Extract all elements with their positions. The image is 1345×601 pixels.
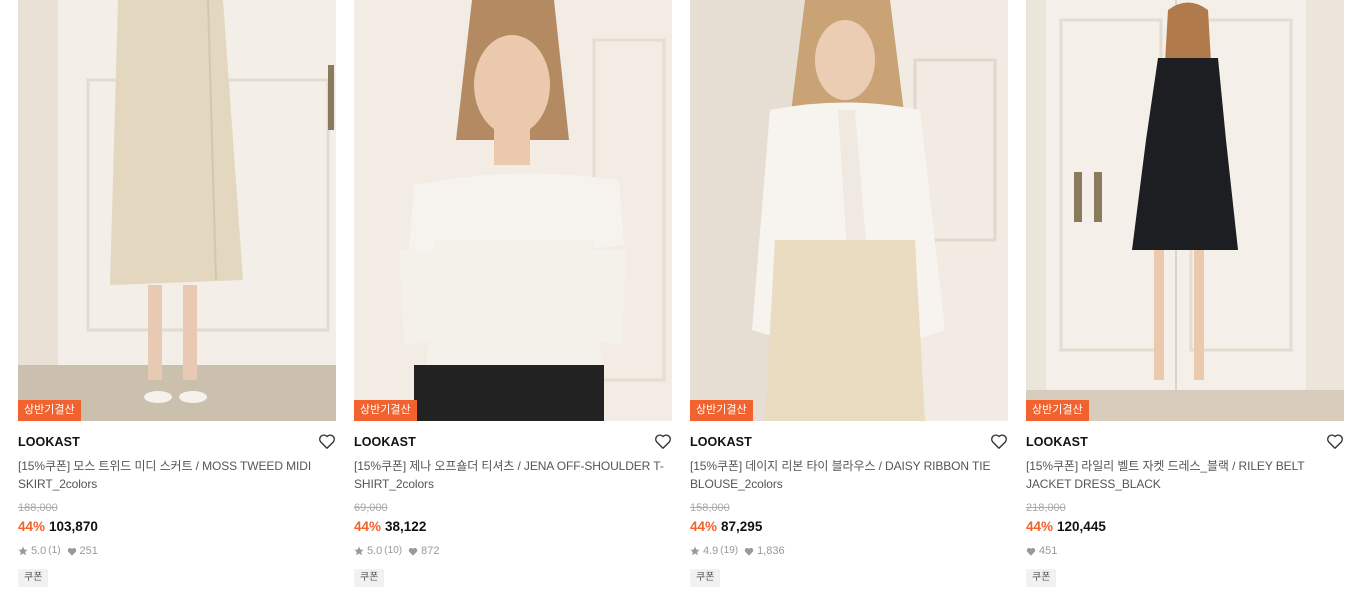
rating-value: 5.0 bbox=[31, 545, 47, 557]
product-image[interactable]: 상반기결산 bbox=[18, 0, 336, 421]
product-image[interactable]: 상반기결산 bbox=[690, 0, 1008, 421]
sale-price: 120,445 bbox=[1057, 519, 1106, 534]
product-card[interactable]: 상반기결산 LOOKAST [15%쿠폰] 데이지 리본 타이 블라우스 / D… bbox=[690, 0, 1008, 587]
review-count: (19) bbox=[720, 545, 739, 556]
heart-icon bbox=[408, 547, 418, 556]
promo-badge: 상반기결산 bbox=[18, 400, 81, 421]
heart-icon bbox=[1026, 547, 1036, 556]
coupon-tag: 쿠폰 bbox=[690, 569, 721, 587]
star-icon bbox=[354, 546, 364, 556]
sale-price: 103,870 bbox=[49, 519, 98, 534]
like-count: 872 bbox=[421, 545, 440, 557]
product-grid: 상반기결산 LOOKAST [15%쿠폰] 모스 트위드 미디 스커트 / MO… bbox=[0, 0, 1345, 601]
review-count: (1) bbox=[48, 545, 61, 556]
heart-outline-icon[interactable] bbox=[1326, 433, 1344, 450]
product-title[interactable]: [15%쿠폰] 데이지 리본 타이 블라우스 / DAISY RIBBON TI… bbox=[690, 457, 1008, 493]
original-price: 218,000 bbox=[1026, 502, 1066, 514]
price-row: 44% 38,122 bbox=[354, 518, 672, 535]
product-card[interactable]: 상반기결산 LOOKAST [15%쿠폰] 제나 오프숄더 티셔츠 / JENA… bbox=[354, 0, 672, 587]
price-row: 44% 120,445 bbox=[1026, 518, 1344, 535]
product-meta: 4.9 (19) 1,836 bbox=[690, 544, 1008, 558]
sale-price: 87,295 bbox=[721, 519, 763, 534]
product-photo-blouse bbox=[690, 0, 1008, 421]
promo-badge: 상반기결산 bbox=[1026, 400, 1089, 421]
promo-badge: 상반기결산 bbox=[354, 400, 417, 421]
brand-row: LOOKAST bbox=[690, 434, 1008, 456]
like-count: 1,836 bbox=[757, 545, 785, 557]
product-title[interactable]: [15%쿠폰] 제나 오프숄더 티셔츠 / JENA OFF-SHOULDER … bbox=[354, 457, 672, 493]
original-price: 188,000 bbox=[18, 502, 58, 514]
brand-row: LOOKAST bbox=[1026, 434, 1344, 456]
price-row: 44% 103,870 bbox=[18, 518, 336, 535]
sale-price: 38,122 bbox=[385, 519, 427, 534]
coupon-tag: 쿠폰 bbox=[18, 569, 49, 587]
original-price: 69,000 bbox=[354, 502, 388, 514]
coupon-tag: 쿠폰 bbox=[1026, 569, 1057, 587]
price-row: 44% 87,295 bbox=[690, 518, 1008, 535]
product-photo-dress bbox=[1026, 0, 1344, 421]
star-icon bbox=[18, 546, 28, 556]
like-count: 251 bbox=[79, 545, 98, 557]
discount-rate: 44% bbox=[1026, 519, 1054, 534]
heart-icon bbox=[67, 547, 76, 556]
coupon-tag: 쿠폰 bbox=[354, 569, 385, 587]
heart-outline-icon[interactable] bbox=[990, 433, 1008, 450]
heart-outline-icon[interactable] bbox=[654, 433, 672, 450]
heart-icon bbox=[744, 547, 754, 556]
brand-name[interactable]: LOOKAST bbox=[690, 434, 1008, 450]
product-meta: 5.0 (1) 251 bbox=[18, 544, 336, 558]
heart-outline-icon[interactable] bbox=[318, 433, 336, 450]
product-card[interactable]: 상반기결산 LOOKAST [15%쿠폰] 모스 트위드 미디 스커트 / MO… bbox=[18, 0, 336, 587]
product-card[interactable]: 상반기결산 LOOKAST [15%쿠폰] 라일리 벨트 자켓 드레스_블랙 /… bbox=[1026, 0, 1344, 587]
star-icon bbox=[690, 546, 700, 556]
like-count: 451 bbox=[1039, 545, 1058, 557]
brand-name[interactable]: LOOKAST bbox=[354, 434, 672, 450]
original-price: 158,000 bbox=[690, 502, 730, 514]
brand-name[interactable]: LOOKAST bbox=[1026, 434, 1344, 450]
product-image[interactable]: 상반기결산 bbox=[354, 0, 672, 421]
rating-value: 4.9 bbox=[703, 545, 719, 557]
product-title[interactable]: [15%쿠폰] 모스 트위드 미디 스커트 / MOSS TWEED MIDI … bbox=[18, 457, 336, 493]
product-photo-offshoulder bbox=[354, 0, 672, 421]
product-meta: 451 bbox=[1026, 544, 1344, 558]
brand-row: LOOKAST bbox=[18, 434, 336, 456]
review-count: (10) bbox=[384, 545, 403, 556]
discount-rate: 44% bbox=[690, 519, 718, 534]
discount-rate: 44% bbox=[354, 519, 382, 534]
rating-value: 5.0 bbox=[367, 545, 383, 557]
brand-row: LOOKAST bbox=[354, 434, 672, 456]
discount-rate: 44% bbox=[18, 519, 46, 534]
product-meta: 5.0 (10) 872 bbox=[354, 544, 672, 558]
product-image[interactable]: 상반기결산 bbox=[1026, 0, 1344, 421]
brand-name[interactable]: LOOKAST bbox=[18, 434, 336, 450]
product-photo-skirt bbox=[18, 0, 336, 421]
product-title[interactable]: [15%쿠폰] 라일리 벨트 자켓 드레스_블랙 / RILEY BELT JA… bbox=[1026, 457, 1344, 493]
promo-badge: 상반기결산 bbox=[690, 400, 753, 421]
